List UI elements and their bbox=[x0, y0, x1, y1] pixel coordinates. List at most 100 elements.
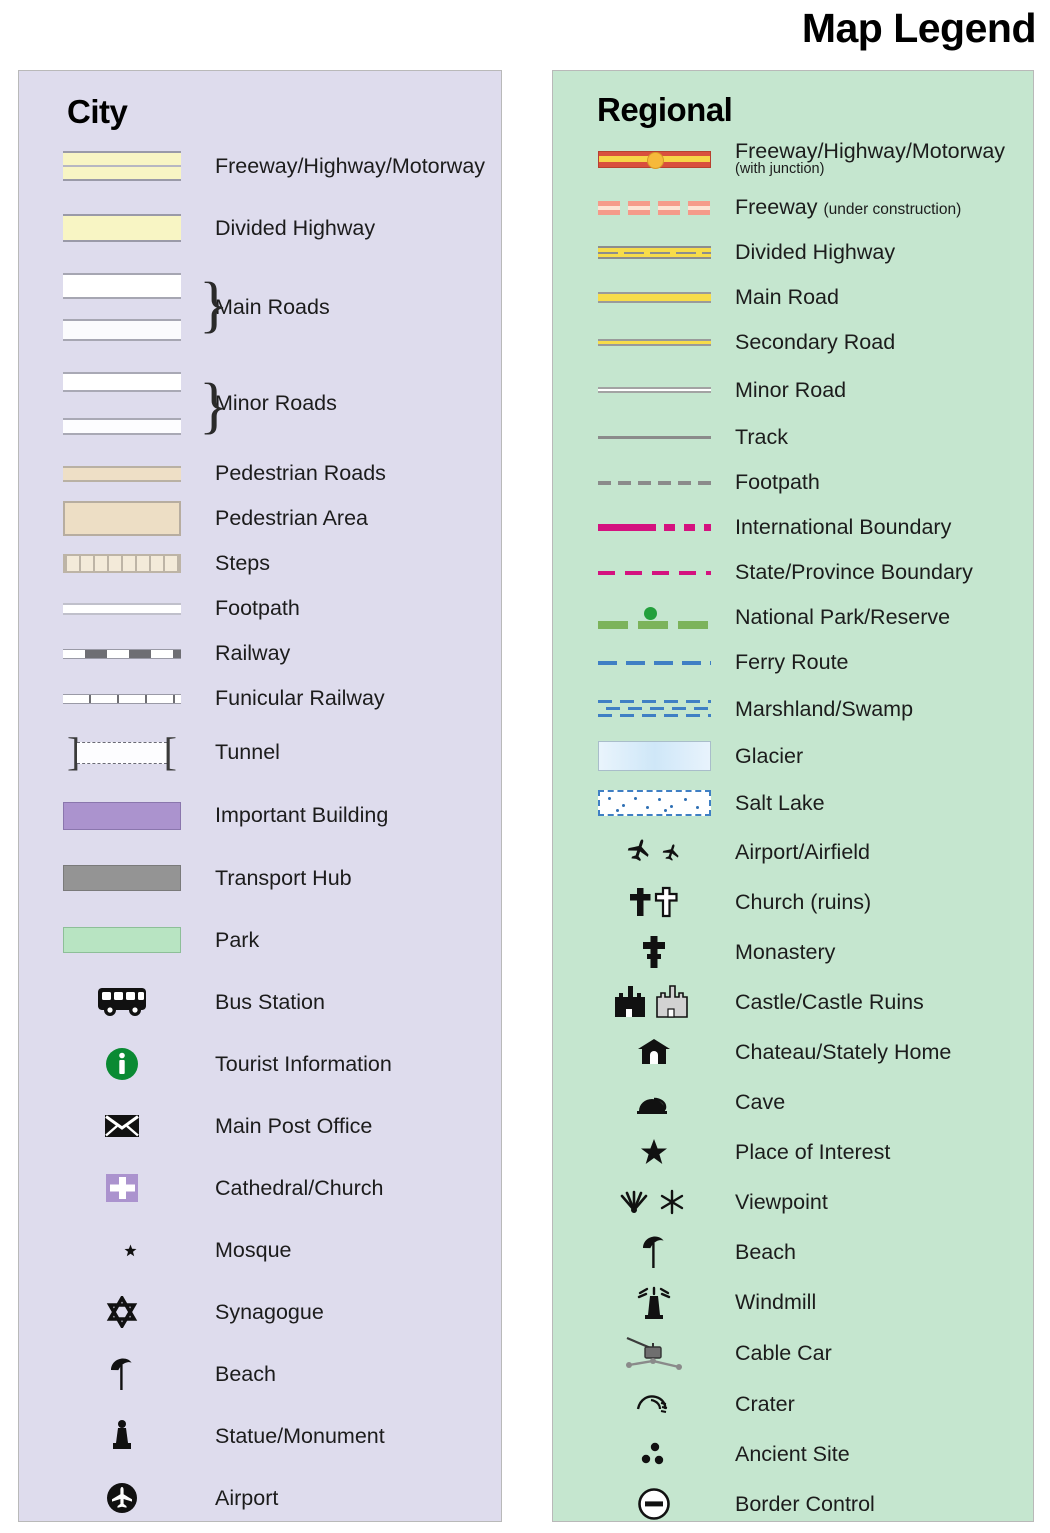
legend-label-main: Freeway bbox=[735, 195, 818, 220]
legend-row-regional-secondary-road: Secondary Road bbox=[553, 320, 1033, 365]
legend-row-city-statue-monument: Statue/Monument bbox=[19, 1405, 501, 1467]
legend-label: Main Roads bbox=[215, 294, 330, 319]
legend-row-regional-cable-car: Cable Car bbox=[553, 1327, 1033, 1379]
legend-row-city-pedestrian-area: Pedestrian Area bbox=[19, 496, 501, 541]
legend-label: Salt Lake bbox=[735, 790, 825, 815]
national-park-green-dash-dot-symbol bbox=[595, 606, 713, 629]
legend-row-regional-marshland: Marshland/Swamp bbox=[553, 685, 1033, 733]
salt-lake-dotted-swatch-symbol bbox=[595, 790, 713, 816]
legend-label: International Boundary bbox=[735, 515, 952, 540]
cross-pair-icon bbox=[595, 885, 713, 919]
legend-row-regional-chateau: Chateau/Stately Home bbox=[553, 1027, 1033, 1077]
legend-row-regional-glacier: Glacier bbox=[553, 733, 1033, 779]
castle-pair-icon bbox=[595, 984, 713, 1020]
divided-highway-band-symbol bbox=[47, 214, 197, 242]
legend-label: Footpath bbox=[215, 596, 300, 621]
footpath-dashed-grey-symbol bbox=[595, 480, 713, 485]
legend-label: Beach bbox=[215, 1361, 276, 1386]
regional-panel-heading: Regional bbox=[597, 91, 733, 128]
airplane-circle-icon bbox=[47, 1481, 197, 1515]
legend-label: Airport bbox=[215, 1485, 279, 1510]
legend-label: Railway bbox=[215, 641, 291, 666]
viewpoint-pair-icon bbox=[595, 1186, 713, 1218]
legend-row-regional-international-boundary: International Boundary bbox=[553, 505, 1033, 550]
legend-label: Statue/Monument bbox=[215, 1423, 385, 1448]
legend-row-regional-beach: Beach bbox=[553, 1227, 1033, 1277]
legend-label: Monastery bbox=[735, 939, 836, 964]
legend-label: Ferry Route bbox=[735, 650, 849, 675]
legend-label: Steps bbox=[215, 551, 270, 576]
legend-label: Minor Road bbox=[735, 377, 847, 402]
legend-row-city-tourist-information: Tourist Information bbox=[19, 1033, 501, 1095]
statue-icon bbox=[47, 1419, 197, 1453]
secondary-road-yellow-symbol bbox=[595, 339, 713, 346]
funicular-ticked-band-symbol bbox=[47, 693, 197, 704]
legend-row-city-steps: Steps bbox=[19, 541, 501, 586]
legend-row-regional-footpath: Footpath bbox=[553, 460, 1033, 505]
legend-row-regional-ancient-site: Ancient Site bbox=[553, 1429, 1033, 1479]
freeway-under-construction-symbol bbox=[595, 200, 713, 215]
railway-dashed-band-symbol bbox=[47, 648, 197, 659]
legend-label: Crater bbox=[735, 1391, 795, 1416]
pedestrian-road-band-symbol bbox=[47, 465, 197, 482]
legend-label: Chateau/Stately Home bbox=[735, 1039, 952, 1064]
legend-row-regional-national-park: National Park/Reserve bbox=[553, 595, 1033, 640]
main-roads-bracket-pair-symbol: } bbox=[47, 273, 229, 341]
legend-label: Pedestrian Area bbox=[215, 506, 368, 531]
legend-label: Park bbox=[215, 927, 260, 952]
legend-row-regional-cave: Cave bbox=[553, 1077, 1033, 1127]
crater-icon bbox=[595, 1391, 713, 1417]
bus-icon bbox=[47, 986, 197, 1018]
ancient-site-dots-icon bbox=[595, 1439, 713, 1469]
legend-label: Important Building bbox=[215, 803, 389, 828]
legend-row-regional-crater: Crater bbox=[553, 1379, 1033, 1429]
divided-highway-yellow-symbol bbox=[595, 246, 713, 259]
footpath-thin-band-symbol bbox=[47, 602, 197, 615]
legend-label: Secondary Road bbox=[735, 330, 896, 355]
page-title: Map Legend bbox=[801, 5, 1037, 51]
monastery-cross-icon bbox=[595, 934, 713, 970]
legend-label: Bus Station bbox=[215, 989, 325, 1014]
freeway-red-junction-symbol bbox=[595, 150, 713, 169]
legend-label: Cave bbox=[735, 1089, 786, 1114]
star-of-david-icon bbox=[47, 1296, 197, 1328]
legend-label-main: Freeway/Highway/Motorway bbox=[735, 138, 1006, 163]
legend-label: Tunnel bbox=[215, 740, 280, 765]
legend-label: Viewpoint bbox=[735, 1189, 828, 1214]
legend-label: Border Control bbox=[735, 1491, 875, 1516]
legend-row-regional-monastery: Monastery bbox=[553, 927, 1033, 977]
airplane-pair-icon bbox=[595, 836, 713, 868]
border-control-icon bbox=[595, 1487, 713, 1521]
legend-row-city-railway: Railway bbox=[19, 631, 501, 676]
beach-parasol-icon bbox=[595, 1235, 713, 1269]
main-road-yellow-symbol bbox=[595, 292, 713, 303]
transport-hub-swatch-symbol bbox=[47, 865, 197, 891]
legend-row-regional-track: Track bbox=[553, 415, 1033, 460]
minor-road-white-symbol bbox=[595, 387, 713, 393]
legend-label: National Park/Reserve bbox=[735, 605, 951, 630]
legend-row-city-beach: Beach bbox=[19, 1343, 501, 1405]
legend-label: Pedestrian Roads bbox=[215, 461, 386, 486]
legend-row-regional-windmill: Windmill bbox=[553, 1277, 1033, 1327]
legend-row-city-park: Park bbox=[19, 909, 501, 971]
legend-label: Ancient Site bbox=[735, 1441, 850, 1466]
legend-row-city-freeway: Freeway/Highway/Motorway bbox=[19, 135, 501, 197]
important-building-swatch-symbol bbox=[47, 801, 197, 830]
legend-label: Divided Highway bbox=[215, 215, 376, 240]
legend-label: Airport/Airfield bbox=[735, 839, 871, 864]
legend-label: Castle/Castle Ruins bbox=[735, 989, 924, 1014]
track-grey-line-symbol bbox=[595, 436, 713, 439]
state-boundary-dashed-magenta-symbol bbox=[595, 570, 713, 575]
legend-label-sub: (with junction) bbox=[735, 161, 825, 178]
legend-row-regional-main-road: Main Road bbox=[553, 275, 1033, 320]
legend-row-regional-freeway-junction: Freeway/Highway/Motorway (with junction) bbox=[553, 133, 1033, 185]
star-icon bbox=[595, 1137, 713, 1167]
legend-label: Cathedral/Church bbox=[215, 1175, 384, 1200]
legend-label: Mosque bbox=[215, 1237, 292, 1262]
legend-label: Tourist Information bbox=[215, 1051, 392, 1076]
cross-square-icon bbox=[47, 1173, 197, 1203]
legend-row-city-mosque: Mosque bbox=[19, 1219, 501, 1281]
legend-row-city-transport-hub: Transport Hub bbox=[19, 847, 501, 909]
tourist-information-icon bbox=[47, 1047, 197, 1081]
chateau-icon bbox=[595, 1037, 713, 1067]
